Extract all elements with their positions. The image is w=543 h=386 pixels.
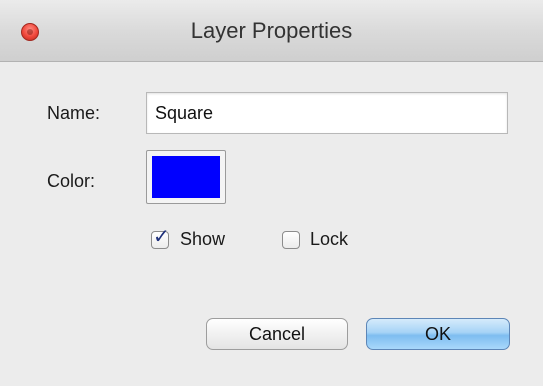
color-well-button[interactable]	[146, 150, 226, 204]
dialog-content: Name: Color: ✓ Show ✓ Lock Cancel OK	[0, 62, 543, 386]
layer-properties-dialog: Layer Properties Name: Color: ✓ Show ✓ L…	[0, 0, 543, 386]
ok-button[interactable]: OK	[366, 318, 510, 350]
window-title: Layer Properties	[190, 18, 353, 43]
lock-label[interactable]: Lock	[310, 229, 348, 250]
show-checkbox[interactable]: ✓	[151, 226, 170, 249]
cancel-button[interactable]: Cancel	[206, 318, 348, 350]
checkmark-icon: ✓	[153, 224, 170, 248]
lock-checkbox[interactable]: ✓	[282, 231, 300, 249]
color-label: Color:	[47, 171, 96, 191]
show-label[interactable]: Show	[180, 229, 225, 250]
title-bar: Layer Properties	[0, 0, 543, 62]
name-input[interactable]	[146, 92, 508, 134]
color-swatch	[152, 156, 220, 198]
name-label: Name:	[47, 103, 101, 123]
